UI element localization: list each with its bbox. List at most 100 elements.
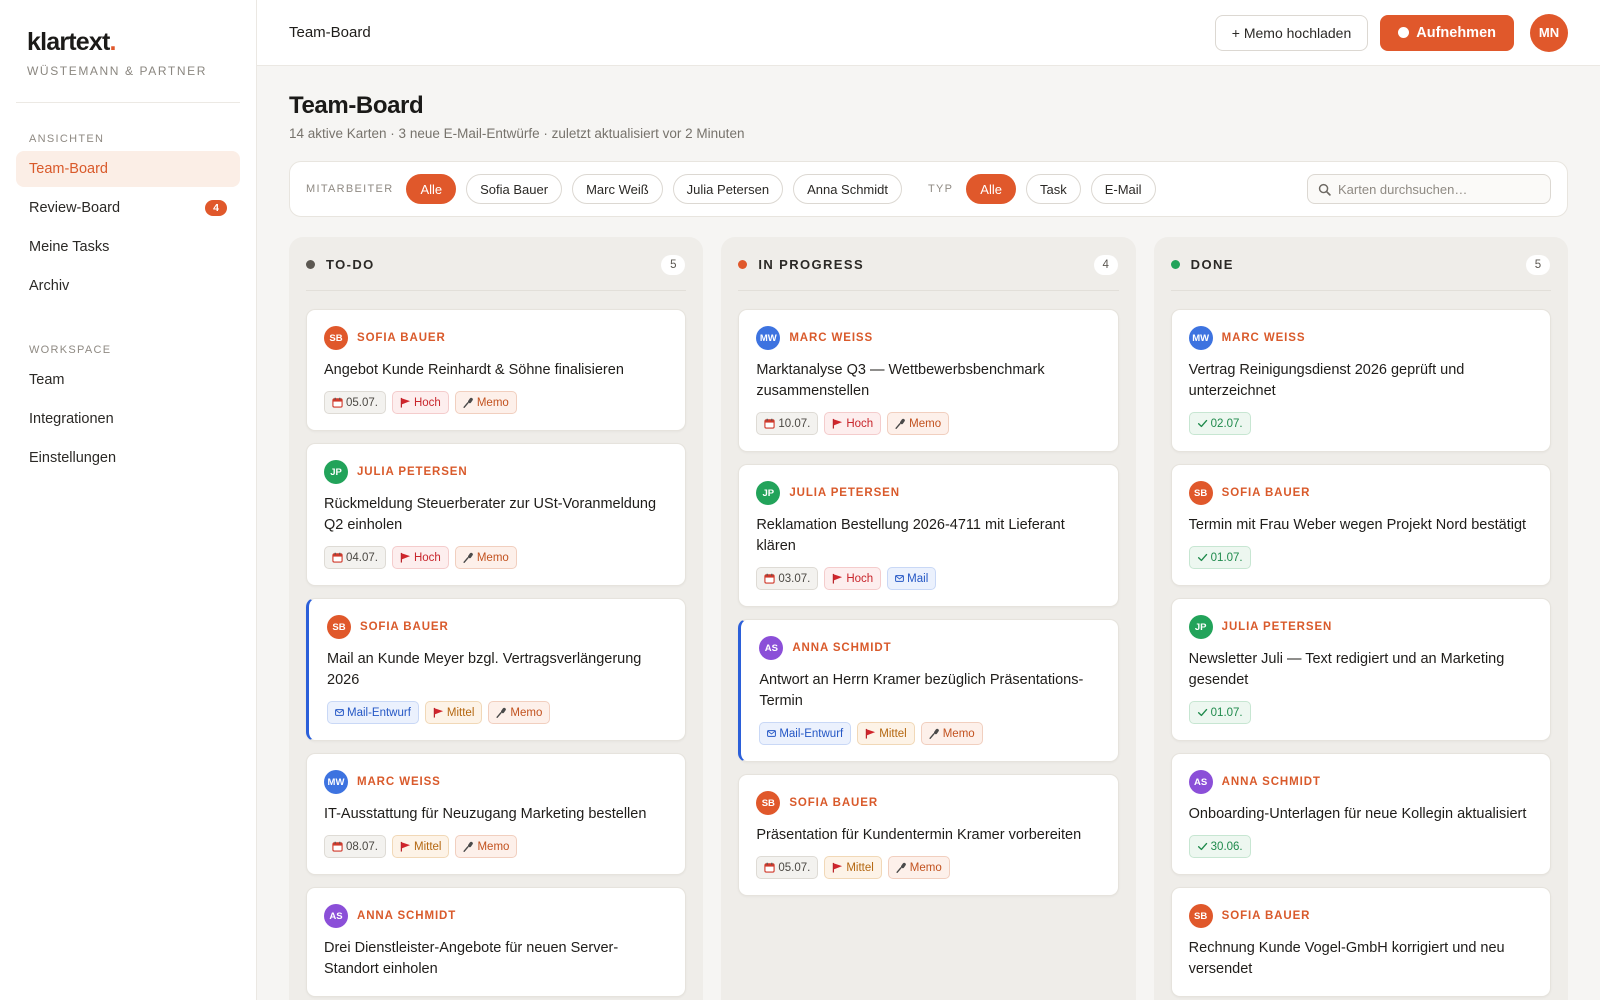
card-header: SB SOFIA BAUER: [756, 791, 1101, 815]
brand-name: klartext: [27, 28, 110, 56]
done-tag: 30.06.: [1188, 835, 1251, 858]
card-tags: 01.07.: [1188, 546, 1534, 569]
card-tags: 05.07. Hoch Memo: [324, 391, 669, 414]
priority-flag-icon: [866, 728, 876, 739]
task-card[interactable]: JP JULIA PETERSEN Rückmeldung Steuerberate…: [306, 443, 687, 586]
mail-icon: [767, 730, 777, 737]
card-header: SB SOFIA BAUER: [1188, 481, 1534, 505]
type-filter-group: Alle Task E-Mail: [966, 174, 1165, 204]
assignee-name: SOFIA BAUER: [1221, 487, 1311, 499]
sidebar-item-label: Team: [29, 372, 65, 388]
employee-filter-chip-anna-schmidt[interactable]: Anna Schmidt: [793, 174, 902, 204]
tag-label: Mail-Entwurf: [779, 727, 844, 740]
user-avatar[interactable]: MN: [1530, 13, 1568, 52]
assignee-avatar: MW: [324, 770, 348, 794]
microphone-icon: [895, 418, 905, 429]
priority-flag-icon: [833, 418, 843, 429]
tag-label: Mail: [907, 572, 929, 585]
sidebar-item-archiv[interactable]: Archiv: [16, 268, 240, 304]
card-title: Drei Dienstleister-Angebote für neuen Se…: [324, 940, 619, 977]
search-icon: [1318, 183, 1331, 196]
card-title: Newsletter Juli — Text redigiert und an …: [1188, 651, 1505, 688]
assignee-avatar: SB: [327, 615, 351, 639]
memo-tag: Memo: [488, 701, 551, 724]
task-card[interactable]: MW MARC WEISS Vertrag Reinigungsdienst 202…: [1170, 309, 1551, 452]
employee-filter-group: Alle Sofia Bauer Marc Weiß Julia Petersen An…: [406, 174, 912, 204]
employee-filter-chip-marc-wei-[interactable]: Marc Weiß: [572, 174, 663, 204]
task-card[interactable]: SB SOFIA BAUER Präsentation für Kundenterm…: [738, 774, 1119, 896]
hoch-tag: Hoch: [824, 567, 882, 590]
task-card[interactable]: SB SOFIA BAUER Mail an Kunde Meyer bzgl. V…: [306, 598, 687, 741]
tag-label: Hoch: [846, 572, 874, 585]
card-tags: 01.07.: [1188, 701, 1534, 724]
card-title: Termin mit Frau Weber wegen Projekt Nord…: [1188, 517, 1527, 533]
card-header: AS ANNA SCHMIDT: [1188, 770, 1534, 794]
assignee-name: MARC WEISS: [357, 776, 441, 788]
task-card[interactable]: MW MARC WEISS IT-Ausstattung für Neuzugang…: [306, 753, 687, 875]
employee-filter-chip-alle[interactable]: Alle: [406, 174, 457, 204]
task-card[interactable]: MW MARC WEISS Marktanalyse Q3 — Wettbewerb…: [738, 309, 1119, 452]
sidebar-item-meine-tasks[interactable]: Meine Tasks: [16, 229, 240, 265]
tag-label: Memo: [909, 417, 942, 430]
type-filter-chip-e-mail[interactable]: E-Mail: [1090, 174, 1156, 204]
employee-filter-chip-sofia-bauer[interactable]: Sofia Bauer: [466, 174, 563, 204]
search-input[interactable]: [1338, 181, 1540, 197]
assignee-name: JULIA PETERSEN: [1221, 621, 1333, 633]
card-tags: 04.07. Hoch Memo: [324, 546, 669, 569]
type-filter-chip-task[interactable]: Task: [1025, 174, 1081, 204]
card-list: MW MARC WEISS Marktanalyse Q3 — Wettbewerb…: [738, 309, 1119, 896]
task-card[interactable]: JP JULIA PETERSEN Newsletter Juli — Text r…: [1170, 598, 1551, 741]
task-card[interactable]: SB SOFIA BAUER Rechnung Kunde Vogel-GmbH k…: [1170, 887, 1551, 997]
card-header: AS ANNA SCHMIDT: [759, 636, 1101, 660]
task-card[interactable]: AS ANNA SCHMIDT Antwort an Herrn Kramer be…: [738, 619, 1119, 762]
column-status-dot: [306, 260, 315, 269]
tag-label: Hoch: [413, 396, 441, 409]
card-tags: 10.07. Hoch Memo: [756, 412, 1101, 435]
sidebar-item-einstellungen[interactable]: Einstellungen: [16, 440, 240, 476]
employee-filter-chip-julia-petersen[interactable]: Julia Petersen: [672, 174, 784, 204]
assignee-name: JULIA PETERSEN: [789, 487, 900, 499]
task-card[interactable]: JP JULIA PETERSEN Reklamation Bestellung 2…: [738, 464, 1119, 607]
card-tags: 03.07. Hoch Mail: [756, 567, 1101, 590]
sidebar-item-team-board[interactable]: Team-Board: [16, 151, 240, 187]
record-button[interactable]: Aufnehmen: [1380, 14, 1514, 51]
column-title: IN PROGRESS: [758, 257, 865, 272]
done-tag: 01.07.: [1188, 546, 1251, 569]
date-tag: 03.07.: [756, 567, 819, 590]
assignee-avatar: JP: [756, 481, 781, 505]
date-tag: 05.07.: [756, 856, 819, 879]
sidebar-nav: ANSICHTEN Team-Board Review-Board 4 Meine Ta…: [16, 133, 240, 476]
microphone-icon: [896, 862, 906, 873]
tag-label: Mittel: [846, 861, 874, 874]
card-list: MW MARC WEISS Vertrag Reinigungsdienst 202…: [1170, 309, 1551, 997]
card-header: SB SOFIA BAUER: [324, 326, 669, 350]
type-filter-chip-alle[interactable]: Alle: [966, 174, 1016, 204]
mail-icon: [895, 575, 905, 582]
calendar-icon: [332, 841, 343, 852]
sidebar-item-team[interactable]: Team: [16, 362, 240, 398]
card-tags: 05.07. Mittel Memo: [756, 856, 1101, 879]
card-header: AS ANNA SCHMIDT: [324, 904, 669, 928]
content: Team-Board 14 aktive Karten · 3 neue E-M…: [257, 66, 1600, 1000]
column-done: DONE 5 MW MARC WEISS Vertrag Reinigungsdiens…: [1153, 237, 1568, 1000]
brand-logo[interactable]: klartext.: [16, 28, 240, 57]
sidebar-item-integrationen[interactable]: Integrationen: [16, 401, 240, 437]
sidebar: klartext. WÜSTEMANN & PARTNER ANSICHTEN T…: [0, 0, 257, 1000]
record-dot-icon: [1398, 27, 1410, 38]
task-card[interactable]: AS ANNA SCHMIDT Onboarding-Unterlagen für …: [1170, 753, 1551, 875]
search-box[interactable]: [1307, 174, 1551, 204]
assignee-name: SOFIA BAUER: [1221, 910, 1311, 922]
assignee-avatar: JP: [324, 460, 348, 484]
column-status-dot: [1170, 260, 1180, 269]
column-header: IN PROGRESS 4: [738, 249, 1119, 291]
priority-flag-icon: [433, 707, 443, 718]
check-icon: [1197, 553, 1207, 562]
sidebar-item-review-board[interactable]: Review-Board 4: [16, 190, 240, 226]
count-badge: 4: [205, 200, 227, 216]
upload-memo-button[interactable]: + Memo hochladen: [1214, 14, 1369, 51]
tag-label: Hoch: [846, 417, 874, 430]
card-title: Angebot Kunde Reinhardt & Söhne finalisi…: [324, 362, 624, 378]
task-card[interactable]: SB SOFIA BAUER Angebot Kunde Reinhardt & S…: [306, 309, 687, 431]
task-card[interactable]: SB SOFIA BAUER Termin mit Frau Weber wegen…: [1170, 464, 1551, 586]
task-card[interactable]: AS ANNA SCHMIDT Drei Dienstleister-Angebot…: [306, 887, 687, 997]
